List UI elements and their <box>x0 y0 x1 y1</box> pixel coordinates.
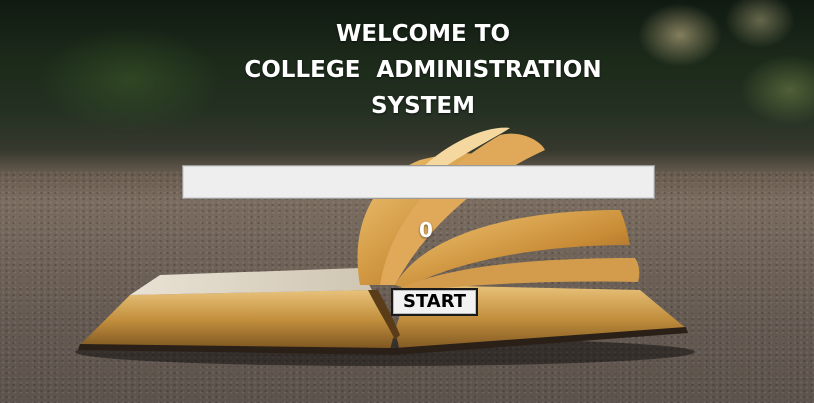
title-line-1: WELCOME TO <box>335 21 511 47</box>
loading-progress-bar <box>182 165 655 199</box>
title-line-2: COLLEGE ADMINISTRATION <box>244 57 602 83</box>
welcome-title: WELCOME TO COLLEGE ADMINISTRATION SYSTEM <box>207 16 639 124</box>
start-button[interactable]: START <box>391 288 478 316</box>
book-left-block <box>80 290 395 350</box>
title-line-3: SYSTEM <box>370 93 476 119</box>
progress-value-label: 0 <box>419 218 433 242</box>
